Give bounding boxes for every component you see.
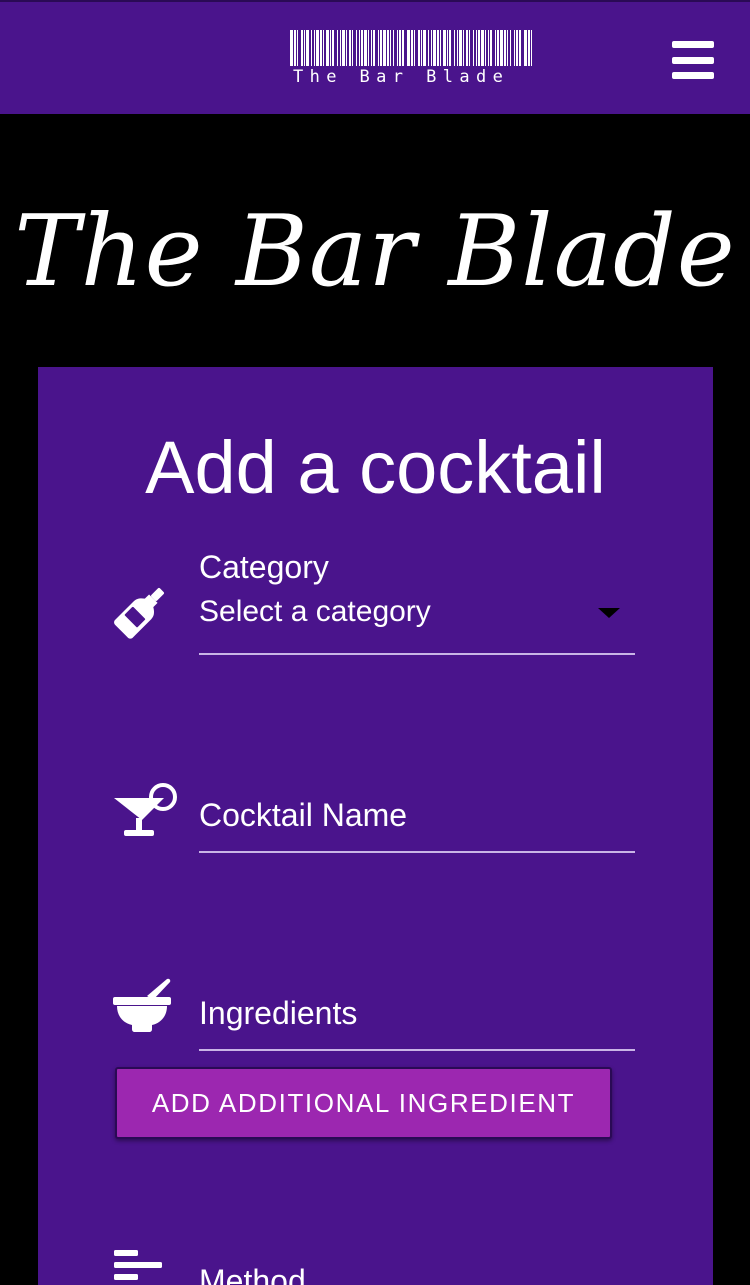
add-cocktail-form: Add a cocktail Category Select a categor… <box>38 367 713 1285</box>
logo-text: The Bar Blade <box>293 67 510 87</box>
wine-bottle-icon <box>114 587 165 639</box>
barcode-icon <box>290 30 532 66</box>
mortar-pestle-icon <box>113 978 171 1032</box>
add-ingredient-button[interactable]: ADD ADDITIONAL INGREDIENT <box>115 1067 612 1139</box>
cocktail-glass-icon <box>114 783 177 836</box>
brand-logo[interactable]: The Bar Blade <box>290 30 536 88</box>
navbar: The Bar Blade <box>0 0 750 114</box>
cocktail-name-underline <box>199 851 635 853</box>
category-underline <box>199 653 635 655</box>
hero-title: The Bar Blade <box>14 195 736 309</box>
ingredients-input[interactable]: Ingredients <box>199 995 357 1032</box>
category-label: Category <box>199 549 329 585</box>
chevron-down-icon[interactable] <box>598 608 620 618</box>
category-select[interactable]: Select a category <box>199 595 431 629</box>
ingredients-underline <box>199 1049 635 1051</box>
hamburger-menu-icon[interactable] <box>670 39 716 81</box>
align-left-icon <box>114 1250 162 1280</box>
cocktail-name-input[interactable]: Cocktail Name <box>199 797 407 834</box>
form-title: Add a cocktail <box>145 426 606 509</box>
method-input[interactable]: Method <box>199 1263 306 1285</box>
